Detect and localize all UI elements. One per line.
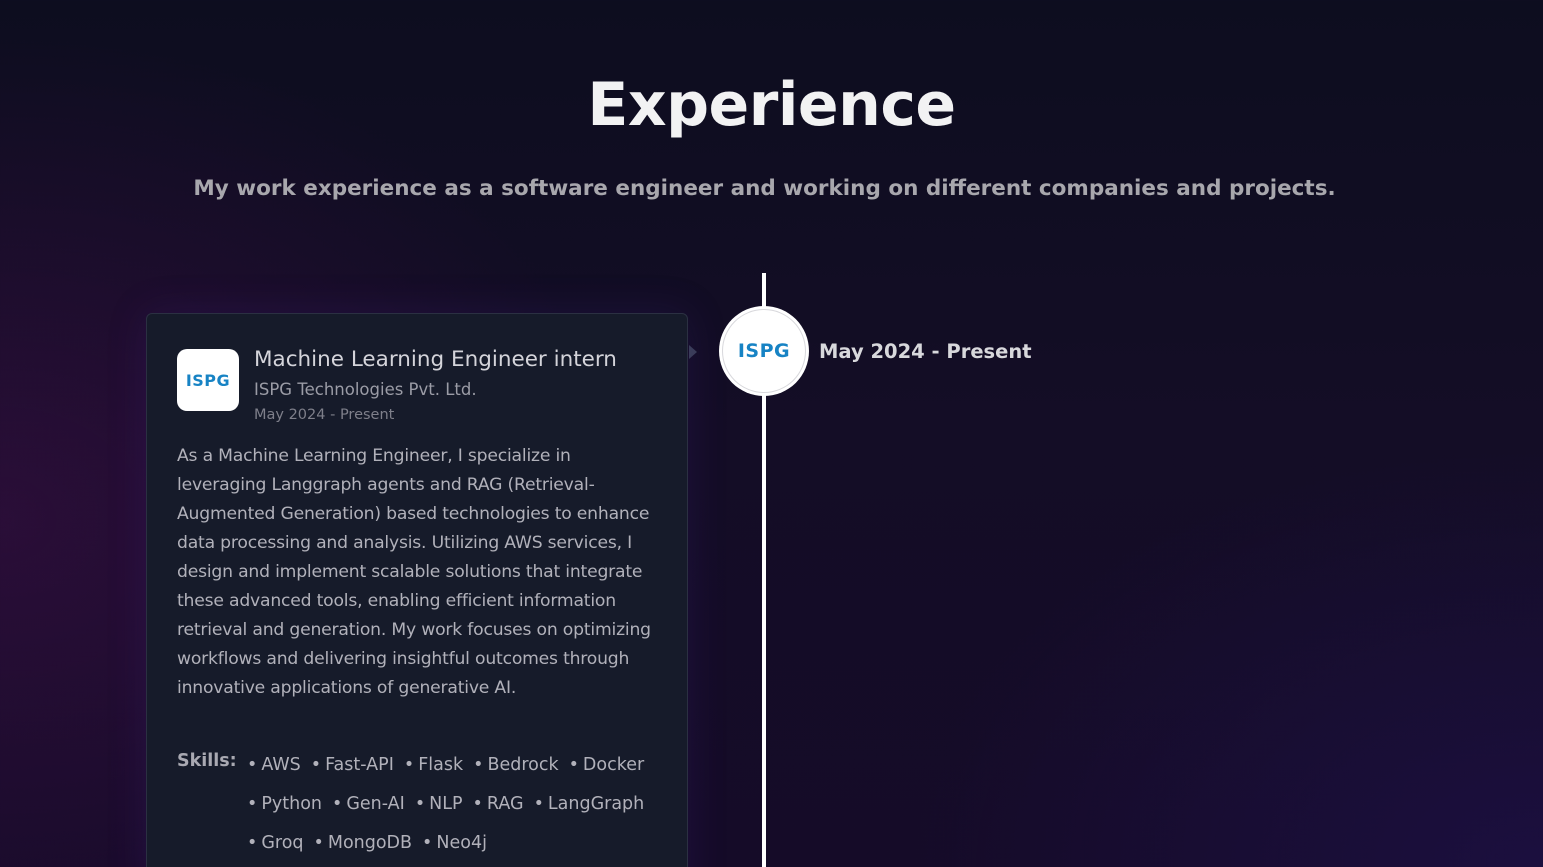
skill-tag: • Bedrock <box>473 755 559 775</box>
skill-tag: • Python <box>247 794 322 814</box>
card-pointer-arrow <box>689 345 697 359</box>
experience-card[interactable]: ISPG Machine Learning Engineer intern IS… <box>146 313 688 867</box>
skill-tag: • RAG <box>472 794 524 814</box>
company-name: ISPG Technologies Pvt. Ltd. <box>254 380 477 399</box>
skill-tag: • NLP <box>414 794 463 814</box>
skills-list: • AWS • Fast-API • Flask • Bedrock • Docker •… <box>247 746 677 863</box>
skill-tag: • Fast-API <box>310 755 394 775</box>
experience-date: May 2024 - Present <box>254 407 395 423</box>
timeline-date: May 2024 - Present <box>819 340 1032 363</box>
skill-tag: • Gen-AI <box>332 794 405 814</box>
timeline-node-icon: ISPG <box>722 309 806 393</box>
skill-tag: • AWS <box>247 755 301 775</box>
company-logo: ISPG <box>177 349 239 411</box>
skills-label: Skills: <box>177 751 237 771</box>
experience-description: As a Machine Learning Engineer, I specia… <box>177 446 651 698</box>
skill-tag: • Groq <box>247 833 304 853</box>
skill-tag: • LangGraph <box>533 794 645 814</box>
skill-tag: • MongoDB <box>313 833 413 853</box>
skill-tag: • Neo4j <box>422 833 487 853</box>
skill-tag: • Docker <box>568 755 645 775</box>
skill-tag: • Flask <box>403 755 464 775</box>
timeline-node-logo-text: ISPG <box>737 340 791 362</box>
section-title: Experience <box>587 70 956 140</box>
company-logo-text: ISPG <box>185 370 231 390</box>
section-subtitle: My work experience as a software enginee… <box>193 176 1336 201</box>
role-title: Machine Learning Engineer intern <box>254 347 617 372</box>
